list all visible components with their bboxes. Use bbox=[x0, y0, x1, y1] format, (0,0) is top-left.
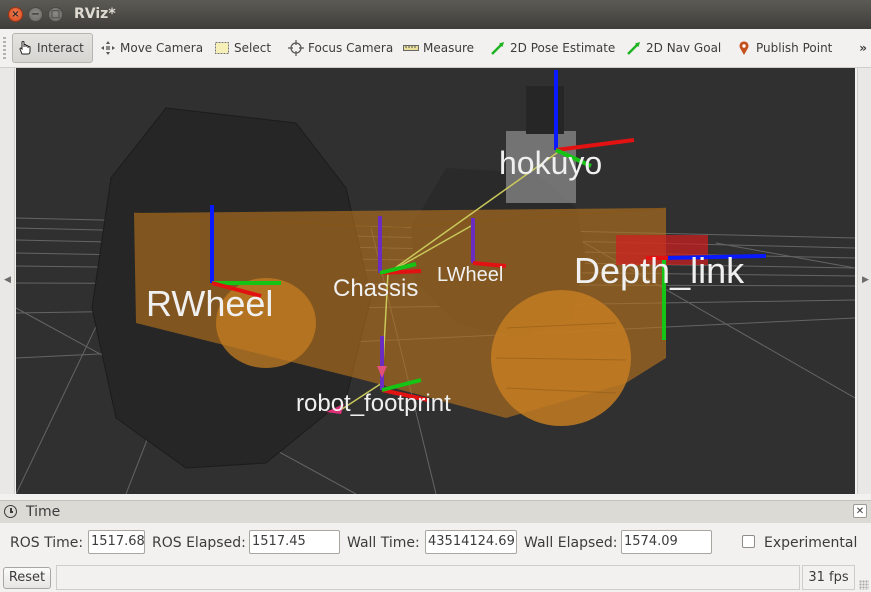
tool-measure-button[interactable]: Measure bbox=[399, 33, 478, 63]
status-bar: Reset 31 fps bbox=[0, 563, 871, 592]
resize-grip[interactable] bbox=[859, 580, 869, 590]
tool-2d-pose-estimate-label: 2D Pose Estimate bbox=[510, 41, 616, 55]
experimental-checkbox[interactable] bbox=[742, 535, 755, 548]
ros-elapsed-label: ROS Elapsed: bbox=[152, 535, 246, 551]
map-pin-icon bbox=[736, 40, 752, 56]
time-panel-body: ROS Time: 1517.68 ROS Elapsed: 1517.45 W… bbox=[0, 523, 871, 561]
tool-2d-nav-goal-button[interactable]: 2D Nav Goal bbox=[622, 33, 725, 63]
left-dock-collapse[interactable]: ◀ bbox=[0, 68, 15, 494]
label-depth-link: Depth_link bbox=[574, 250, 745, 291]
tool-interact-button[interactable]: Interact bbox=[12, 33, 93, 63]
status-message-area bbox=[56, 565, 800, 590]
minimize-icon: − bbox=[31, 9, 40, 20]
tool-select-label: Select bbox=[234, 41, 272, 55]
label-lwheel: LWheel bbox=[437, 264, 503, 286]
window-title: RViz* bbox=[74, 6, 116, 22]
label-chassis: Chassis bbox=[333, 275, 418, 302]
time-panel-header: Time ✕ bbox=[0, 500, 871, 523]
hokuyo-top bbox=[526, 86, 564, 134]
label-hokuyo: hokuyo bbox=[499, 145, 602, 181]
ros-elapsed-field[interactable]: 1517.45 bbox=[249, 530, 340, 554]
hand-pointer-icon bbox=[17, 40, 33, 56]
right-arrow-icon: ▶ bbox=[862, 275, 869, 285]
label-robot-footprint: robot_footprint bbox=[296, 390, 451, 417]
window-maximize-button[interactable]: □ bbox=[48, 7, 63, 22]
tool-focus-camera-button[interactable]: Focus Camera bbox=[284, 33, 397, 63]
window-minimize-button[interactable]: − bbox=[28, 7, 43, 22]
maximize-icon: □ bbox=[50, 9, 61, 20]
tool-move-camera-button[interactable]: Move Camera bbox=[96, 33, 207, 63]
tool-publish-point-button[interactable]: Publish Point bbox=[732, 33, 836, 63]
focus-crosshair-icon bbox=[288, 40, 304, 56]
wall-time-field[interactable]: 43514124.69 bbox=[425, 530, 517, 554]
clock-icon bbox=[4, 505, 17, 518]
left-arrow-icon: ◀ bbox=[4, 275, 11, 285]
wall-elapsed-label: Wall Elapsed: bbox=[524, 535, 618, 551]
select-rect-icon bbox=[214, 40, 230, 56]
wall-elapsed-field[interactable]: 1574.09 bbox=[621, 530, 712, 554]
ruler-icon bbox=[403, 40, 419, 56]
tool-select-button[interactable]: Select bbox=[210, 33, 275, 63]
right-dock-collapse[interactable]: ▶ bbox=[857, 68, 871, 494]
toolbar-handle[interactable] bbox=[3, 37, 6, 59]
3d-render-view[interactable]: hokuyo Depth_link RWheel Chassis LWheel … bbox=[16, 68, 855, 494]
tool-2d-pose-estimate-button[interactable]: 2D Pose Estimate bbox=[486, 33, 619, 63]
green-arrow-icon bbox=[490, 40, 506, 56]
tool-interact-label: Interact bbox=[37, 41, 84, 55]
tool-2d-nav-goal-label: 2D Nav Goal bbox=[646, 41, 722, 55]
close-icon: × bbox=[11, 9, 20, 20]
window-close-button[interactable]: × bbox=[8, 7, 23, 22]
tool-focus-camera-label: Focus Camera bbox=[308, 41, 394, 55]
ros-time-label: ROS Time: bbox=[10, 535, 84, 551]
green-arrow-icon bbox=[626, 40, 642, 56]
tool-measure-label: Measure bbox=[423, 41, 474, 55]
tools-toolbar: Interact Move Camera Select Focus Camera… bbox=[0, 29, 871, 68]
ros-time-field[interactable]: 1517.68 bbox=[88, 530, 145, 554]
wall-time-label: Wall Time: bbox=[347, 535, 420, 551]
reset-button[interactable]: Reset bbox=[3, 567, 51, 589]
tool-move-camera-label: Move Camera bbox=[120, 41, 204, 55]
label-rwheel: RWheel bbox=[146, 283, 273, 324]
time-panel-title: Time bbox=[26, 504, 61, 520]
toolbar-overflow-button[interactable]: » bbox=[859, 41, 867, 55]
title-bar: × − □ RViz* bbox=[0, 0, 871, 29]
move-camera-icon bbox=[100, 40, 116, 56]
fps-readout: 31 fps bbox=[802, 565, 855, 590]
time-panel-close-button[interactable]: ✕ bbox=[853, 504, 867, 518]
experimental-label: Experimental bbox=[764, 535, 858, 551]
tool-publish-point-label: Publish Point bbox=[756, 41, 833, 55]
scene-svg: hokuyo Depth_link RWheel Chassis LWheel … bbox=[16, 70, 855, 494]
